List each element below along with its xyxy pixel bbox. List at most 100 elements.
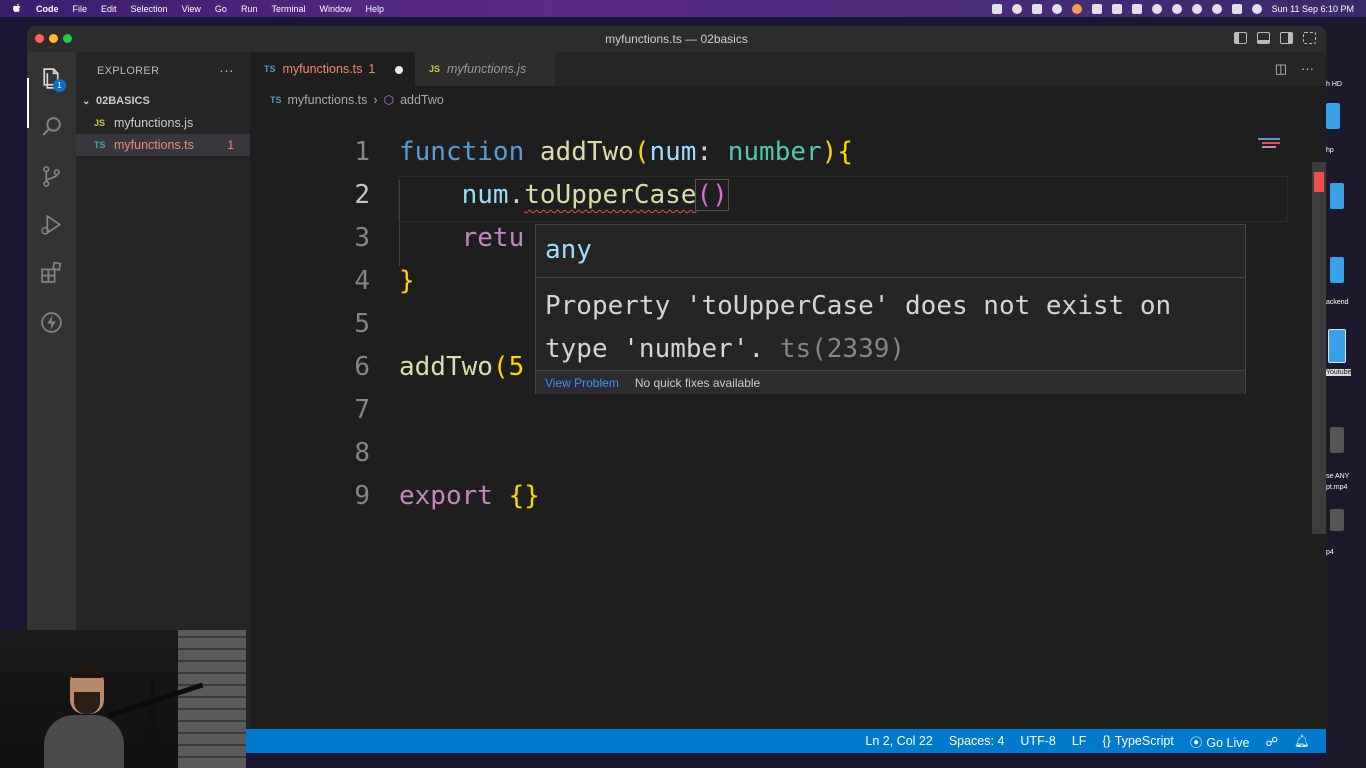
split-editor-icon[interactable]: ◫ <box>1275 61 1287 77</box>
control-center-icon[interactable] <box>1231 3 1242 14</box>
go-live-button[interactable]: ⦿ Go Live <box>1190 732 1250 751</box>
keyword-function: function <box>399 137 525 167</box>
display-icon[interactable] <box>1131 3 1142 14</box>
type-name: number <box>727 137 822 167</box>
close-brace: } <box>399 266 415 296</box>
tab-myfunctions-js[interactable]: JS myfunctions.js <box>415 52 555 86</box>
toggle-secondary-sidebar-icon[interactable] <box>1280 32 1293 44</box>
notifications-bell-icon[interactable]: 🔔︎ <box>1294 734 1310 749</box>
browser-extension-icon[interactable] <box>1011 3 1022 14</box>
file-label: myfunctions.ts <box>114 138 194 152</box>
open-brace: { <box>837 137 853 167</box>
file-error-count: 1 <box>227 138 234 152</box>
vertical-scrollbar[interactable] <box>1312 162 1326 534</box>
toggle-panel-icon[interactable] <box>1257 32 1270 44</box>
feedback-icon[interactable]: ☍ <box>1265 734 1278 749</box>
call-args: (5 <box>492 352 525 382</box>
breadcrumb-file[interactable]: myfunctions.ts <box>288 93 368 107</box>
breadcrumb-symbol[interactable]: addTwo <box>400 93 444 107</box>
menu-view[interactable]: View <box>182 4 201 14</box>
customize-layout-icon[interactable] <box>1303 32 1316 44</box>
more-actions-icon[interactable]: ··· <box>1301 61 1314 77</box>
menu-app-name[interactable]: Code <box>36 4 59 14</box>
record-icon[interactable] <box>1071 3 1082 14</box>
view-problem-link[interactable]: View Problem <box>545 376 619 390</box>
siri-icon[interactable] <box>1251 3 1262 14</box>
dropbox-icon[interactable] <box>1031 3 1042 14</box>
bluetooth-icon[interactable] <box>1151 3 1162 14</box>
wifi-icon[interactable] <box>1191 3 1202 14</box>
menu-go[interactable]: Go <box>215 4 227 14</box>
file-myfunctions-ts[interactable]: TS myfunctions.ts 1 <box>76 134 250 156</box>
search-icon[interactable] <box>39 114 64 139</box>
parameter-name: num <box>649 137 697 167</box>
encoding[interactable]: UTF-8 <box>1020 734 1055 748</box>
folder-02basics[interactable]: ⌄ 02BASICS <box>76 90 250 112</box>
window-manager-icon[interactable] <box>1091 3 1102 14</box>
menu-file[interactable]: File <box>73 4 88 14</box>
desktop-item-label: hp <box>1326 147 1334 154</box>
apple-menu-icon[interactable] <box>12 3 22 14</box>
minimap-line <box>1258 138 1280 140</box>
menu-edit[interactable]: Edit <box>101 4 117 14</box>
menu-window[interactable]: Window <box>319 4 351 14</box>
tab-error-count: 1 <box>368 62 376 76</box>
unsaved-dot-icon[interactable] <box>395 66 403 74</box>
screenshot-icon[interactable] <box>1111 3 1122 14</box>
minimize-window-button[interactable] <box>49 34 58 43</box>
more-actions-icon[interactable]: ··· <box>219 62 234 78</box>
hover-message-block: Property 'toUpperCase' does not exist on… <box>545 285 1240 371</box>
tab-label: myfunctions.js <box>447 62 527 76</box>
source-control-icon[interactable] <box>39 164 64 189</box>
line-number: 2 <box>354 180 370 210</box>
editor-actions: ◫ ··· <box>1275 61 1314 77</box>
minimap-line <box>1262 146 1276 148</box>
function-call: addTwo <box>399 352 493 382</box>
sidebar-app-icon[interactable] <box>991 3 1002 14</box>
extensions-icon[interactable] <box>39 260 64 285</box>
minimap-line <box>1262 142 1280 144</box>
window-title: myfunctions.ts — 02basics <box>605 32 748 46</box>
code-line: 1 function addTwo(num: number){ <box>250 137 1326 180</box>
close-window-button[interactable] <box>35 34 44 43</box>
editor-tabs: TS myfunctions.ts 1 JS myfunctions.js ◫ … <box>250 52 1326 86</box>
run-and-debug-icon[interactable] <box>39 212 64 237</box>
minimap[interactable] <box>1258 86 1308 686</box>
dot: . <box>508 180 525 210</box>
file-myfunctions-js[interactable]: JS myfunctions.js <box>76 112 250 134</box>
menu-selection[interactable]: Selection <box>131 4 168 14</box>
function-name: addTwo <box>539 137 634 167</box>
explorer-icon[interactable]: 1 <box>39 66 66 92</box>
media-icon[interactable] <box>1051 3 1062 14</box>
explorer-sidebar: EXPLORER ··· ⌄ 02BASICS JS myfunctions.j… <box>76 52 250 729</box>
indentation[interactable]: Spaces: 4 <box>949 734 1005 748</box>
hover-type: any <box>545 235 592 265</box>
menu-run[interactable]: Run <box>241 4 258 14</box>
keyword-export: export <box>399 481 493 511</box>
code-text: function addTwo(num: number){ <box>399 137 853 167</box>
end-of-line[interactable]: LF <box>1072 734 1087 748</box>
broadcast-icon: ⦿ <box>1189 735 1203 750</box>
folder-icon <box>1328 329 1346 363</box>
tab-myfunctions-ts[interactable]: TS myfunctions.ts 1 <box>250 52 415 86</box>
chevron-down-icon: ⌄ <box>82 95 91 107</box>
vpn-icon[interactable] <box>1171 3 1182 14</box>
line-number: 5 <box>354 309 370 339</box>
typescript-file-icon: TS <box>264 64 276 74</box>
spotlight-search-icon[interactable] <box>1211 3 1222 14</box>
desktop-item-label: h HD <box>1326 81 1342 88</box>
error-method[interactable]: toUpperCase <box>524 180 696 210</box>
menu-bar-clock[interactable]: Sun 11 Sep 6:10 PM <box>1272 4 1354 14</box>
menu-terminal[interactable]: Terminal <box>271 4 305 14</box>
language-mode[interactable]: {} TypeScript <box>1102 734 1173 748</box>
menu-help[interactable]: Help <box>365 4 384 14</box>
code-line: 8 <box>250 438 1326 481</box>
open-paren: ( <box>633 137 650 167</box>
toggle-sidebar-icon[interactable] <box>1234 32 1247 44</box>
thunder-client-icon[interactable] <box>39 310 64 335</box>
tab-label: myfunctions.ts <box>282 62 363 76</box>
zoom-window-button[interactable] <box>63 34 72 43</box>
line-number: 8 <box>354 438 370 468</box>
cursor-position[interactable]: Ln 2, Col 22 <box>865 734 932 748</box>
